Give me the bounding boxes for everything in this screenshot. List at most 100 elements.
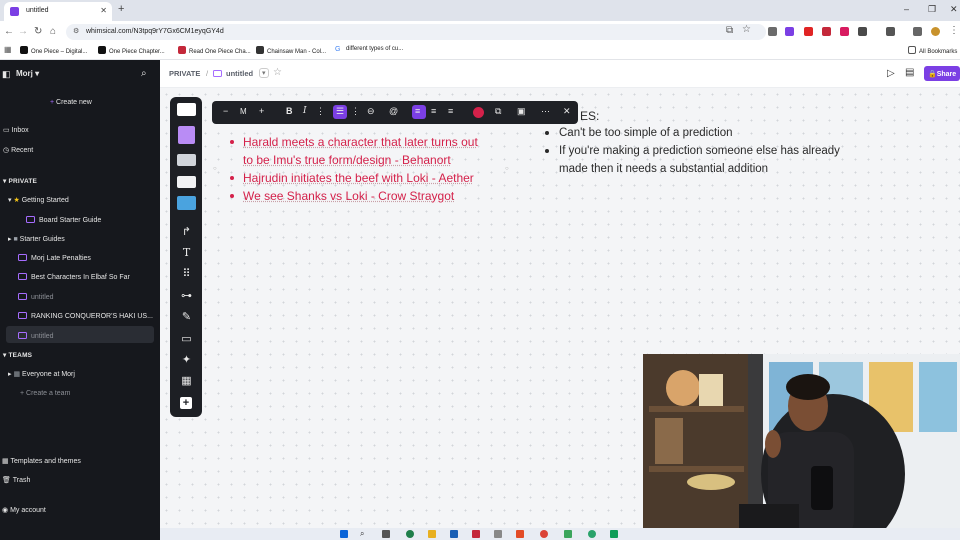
resize-handle[interactable]: ○ — [213, 166, 217, 172]
sidebar-item-morj-late-penalties[interactable]: Morj Late Penalties — [18, 254, 91, 262]
doc-thumbnail-icon[interactable] — [177, 103, 196, 116]
sidebar-item-my-account[interactable]: ◉ My account — [2, 506, 46, 514]
comments-icon[interactable]: ▤ — [905, 67, 914, 78]
doc-title[interactable]: untitled — [226, 69, 253, 78]
sidebar-item-inbox[interactable]: ▭ Inbox — [3, 126, 29, 134]
font-size-decrease-button[interactable]: − — [223, 106, 228, 116]
taskbar-app-icon[interactable] — [406, 530, 414, 538]
doc-menu-chevron-icon[interactable]: ▾ — [259, 68, 269, 78]
more-options-icon[interactable]: ⋯ — [541, 106, 550, 117]
sidebar-item-trash[interactable]: 🗑 Trash — [2, 476, 30, 484]
home-icon[interactable]: ⌂ — [50, 26, 56, 37]
taskbar-app-icon[interactable] — [564, 530, 572, 538]
apps-grid-icon[interactable]: ▦ — [4, 45, 12, 54]
grid-tool-icon[interactable]: ⠿ — [178, 267, 195, 280]
wireframe-icon[interactable] — [177, 176, 196, 188]
align-center-icon[interactable]: ≡ — [431, 106, 436, 116]
connector-arrow-icon[interactable]: ↱ — [178, 225, 195, 238]
sidebar-item-untitled-selected[interactable]: untitled — [18, 332, 54, 340]
side-panel-icon[interactable] — [886, 27, 895, 36]
file-explorer-icon[interactable] — [428, 530, 436, 538]
favorite-star-icon[interactable]: ☆ — [273, 67, 282, 78]
sidebar-item-board-starter-guide[interactable]: Board Starter Guide — [26, 216, 101, 224]
rule-item-continued[interactable]: made then it needs a substantial additio… — [559, 163, 768, 175]
table-tool-icon[interactable]: ▦ — [178, 374, 195, 387]
more-text-options-icon[interactable]: ⋮ — [316, 106, 325, 117]
extension-icon[interactable] — [768, 27, 777, 36]
link-tool-icon[interactable]: ⊶ — [178, 289, 195, 302]
link-icon[interactable]: ⊖ — [367, 106, 375, 117]
sidebar-item-ranking-conquerors-haki[interactable]: RANKING CONQUEROR'S HAKI US... — [18, 312, 153, 320]
site-info-icon[interactable]: ⚙ — [73, 27, 79, 35]
private-section-header[interactable]: ▾ PRIVATE — [3, 177, 37, 185]
taskbar-app-icon[interactable] — [588, 530, 596, 538]
install-app-icon[interactable]: ⧉ — [726, 25, 733, 36]
resize-handle[interactable]: ○ — [505, 166, 509, 172]
add-more-icon[interactable]: + — [180, 397, 192, 409]
close-tab-icon[interactable]: ✕ — [100, 6, 107, 15]
minimize-button[interactable]: – — [904, 4, 909, 14]
duplicate-icon[interactable]: ⧉ — [495, 106, 501, 117]
maximize-button[interactable]: ❐ — [928, 4, 936, 15]
browser-menu-icon[interactable]: ⋮ — [949, 25, 959, 36]
sidebar-item-templates[interactable]: ▦ Templates and themes — [2, 457, 81, 465]
all-bookmarks-folder[interactable]: All Bookmarks — [908, 46, 957, 55]
back-arrow-icon[interactable]: ← — [4, 26, 14, 37]
taskbar-app-icon[interactable] — [516, 530, 524, 538]
text-tool-icon[interactable]: T — [178, 246, 195, 259]
font-size-value[interactable]: M — [240, 107, 247, 116]
search-icon[interactable]: ⌕ — [141, 68, 147, 79]
teams-section-header[interactable]: ▾ TEAMS — [3, 351, 32, 359]
text-color-swatch[interactable] — [473, 107, 484, 118]
close-window-button[interactable]: ✕ — [950, 4, 958, 15]
italic-button[interactable]: I — [303, 106, 307, 116]
workspace-switcher[interactable]: Morj ▾ — [16, 69, 39, 78]
breadcrumb-private[interactable]: PRIVATE — [169, 69, 200, 78]
align-left-icon[interactable]: ≡ — [415, 106, 420, 116]
sidebar-item-getting-started[interactable]: ▾ ★ Getting Started — [8, 196, 69, 204]
mention-icon[interactable]: @ — [389, 106, 398, 116]
rule-item[interactable]: Can't be too simple of a prediction — [559, 127, 733, 139]
forward-arrow-icon[interactable]: → — [18, 26, 28, 37]
sticky-note-icon[interactable] — [178, 126, 195, 144]
url-field[interactable]: ⚙ whimsical.com/N3tpq9rY7Gx6CM1eyqGY4d — [66, 24, 766, 40]
new-tab-button[interactable]: + — [118, 3, 124, 15]
start-icon[interactable] — [340, 530, 348, 538]
bulleted-list-icon[interactable]: ☰ — [336, 106, 344, 117]
prediction-item-continued[interactable]: to be Imu's true form/design - Behanort — [243, 153, 451, 167]
pen-tool-icon[interactable]: ✎ — [178, 310, 195, 323]
taskbar-app-icon[interactable] — [494, 530, 502, 538]
taskbar-app-icon[interactable] — [610, 530, 618, 538]
prediction-item[interactable]: Hajrudin initiates the beef with Loki - … — [243, 171, 474, 185]
taskbar-app-icon[interactable] — [382, 530, 390, 538]
comment-icon[interactable]: ▣ — [517, 106, 526, 117]
sidebar-item-starter-guides[interactable]: ▸ ■ Starter Guides — [8, 235, 65, 243]
sidebar-item-recent[interactable]: ◷ Recent — [3, 146, 33, 154]
chrome-icon[interactable] — [540, 530, 548, 538]
image-icon[interactable] — [177, 196, 196, 210]
share-button[interactable]: 🔒Share — [924, 66, 960, 81]
align-right-icon[interactable]: ≡ — [448, 106, 453, 116]
list-options-icon[interactable]: ⋮ — [351, 106, 360, 117]
bookmark-item[interactable]: One Piece Chapter... — [98, 46, 165, 55]
search-icon[interactable]: ⌕ — [360, 529, 364, 539]
bookmark-item[interactable]: Chainsaw Man - Col... — [256, 46, 326, 55]
bookmark-item[interactable]: Gdifferent types of cu... — [335, 46, 403, 54]
prediction-item[interactable]: We see Shanks vs Loki - Crow Straygot — [243, 189, 454, 203]
sidebar-item-everyone-at-morj[interactable]: ▸ ▦ Everyone at Morj — [8, 370, 75, 378]
extension-icon[interactable] — [804, 27, 813, 36]
sidebar-item-best-characters[interactable]: Best Characters In Elbaf So Far — [18, 273, 130, 281]
bookmark-star-icon[interactable]: ☆ — [742, 24, 751, 35]
shapes-icon[interactable] — [177, 154, 196, 166]
reload-icon[interactable]: ↻ — [34, 26, 42, 37]
media-icon[interactable] — [913, 27, 922, 36]
create-team-button[interactable]: + Create a team — [20, 390, 70, 397]
prediction-item[interactable]: Harald meets a character that later turn… — [243, 135, 478, 149]
profile-avatar[interactable] — [931, 27, 940, 36]
browser-tab[interactable]: untitled ✕ — [4, 2, 112, 21]
sidebar-item-untitled[interactable]: untitled — [18, 293, 54, 301]
extension-icon[interactable] — [840, 27, 849, 36]
font-size-increase-button[interactable]: + — [259, 106, 264, 116]
close-toolbar-icon[interactable]: ✕ — [563, 106, 571, 117]
ai-sparkle-icon[interactable]: ✦ — [178, 353, 195, 366]
